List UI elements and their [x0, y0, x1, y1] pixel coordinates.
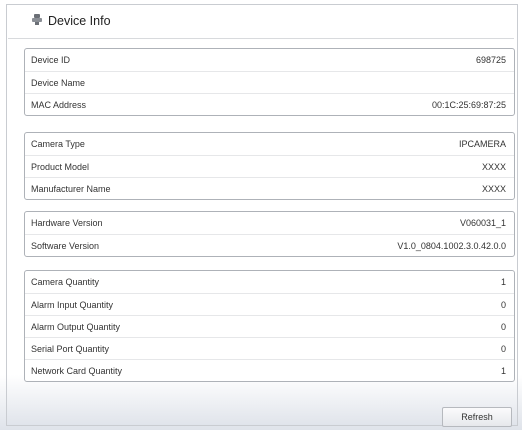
device-version-group: Hardware Version V060031_1 Software Vers…: [24, 211, 515, 257]
info-row-alarm-output-quantity: Alarm Output Quantity 0: [25, 315, 514, 337]
info-label: Manufacturer Name: [31, 183, 111, 194]
info-value: 0: [500, 321, 506, 332]
device-info-icon: [32, 13, 42, 25]
info-label: Network Card Quantity: [31, 365, 123, 376]
device-identity-group: Device ID 698725 Device Name MAC Address…: [24, 48, 515, 116]
device-model-group: Camera Type IPCAMERA Product Model XXXX …: [24, 132, 515, 200]
info-row-device-name: Device Name: [25, 71, 514, 93]
info-value: 1: [500, 365, 506, 376]
info-label: Camera Type: [31, 139, 85, 149]
info-value: 0: [500, 299, 506, 310]
refresh-button[interactable]: Refresh: [442, 407, 512, 427]
info-row-mac-address: MAC Address 00:1C:25:69:87:25: [25, 93, 514, 115]
info-label: Hardware Version: [31, 218, 103, 228]
info-row-serial-port-quantity: Serial Port Quantity 0: [25, 337, 514, 359]
info-label: Camera Quantity: [31, 277, 100, 287]
info-row-network-card-quantity: Network Card Quantity 1: [25, 359, 514, 381]
info-label: Alarm Output Quantity: [31, 321, 121, 332]
info-value: 0: [500, 343, 506, 354]
info-value: XXXX: [481, 161, 506, 172]
info-row-manufacturer-name: Manufacturer Name XXXX: [25, 177, 514, 199]
page-title: Device Info: [48, 14, 111, 28]
info-value: XXXX: [481, 183, 506, 194]
info-label: Product Model: [31, 161, 90, 172]
info-value: V1.0_0804.1002.3.0.42.0.0: [397, 240, 506, 251]
info-label: Device ID: [31, 55, 71, 65]
info-row-hardware-version: Hardware Version V060031_1: [25, 212, 514, 234]
device-quantity-group: Camera Quantity 1 Alarm Input Quantity 0…: [24, 270, 515, 382]
info-label: Device Name: [31, 77, 86, 88]
info-label: MAC Address: [31, 99, 87, 110]
info-value: IPCAMERA: [458, 139, 506, 149]
info-value: V060031_1: [459, 218, 506, 228]
info-label: Software Version: [31, 240, 100, 251]
title-divider: [8, 38, 514, 39]
info-row-alarm-input-quantity: Alarm Input Quantity 0: [25, 293, 514, 315]
info-row-product-model: Product Model XXXX: [25, 155, 514, 177]
info-value: 1: [500, 277, 506, 287]
info-row-software-version: Software Version V1.0_0804.1002.3.0.42.0…: [25, 234, 514, 256]
info-value: 698725: [475, 55, 506, 65]
info-label: Alarm Input Quantity: [31, 299, 114, 310]
info-value: 00:1C:25:69:87:25: [431, 99, 506, 110]
info-row-camera-type: Camera Type IPCAMERA: [25, 133, 514, 155]
info-row-camera-quantity: Camera Quantity 1: [25, 271, 514, 293]
info-row-device-id: Device ID 698725: [25, 49, 514, 71]
info-label: Serial Port Quantity: [31, 343, 110, 354]
page-header: Device Info: [32, 13, 111, 28]
